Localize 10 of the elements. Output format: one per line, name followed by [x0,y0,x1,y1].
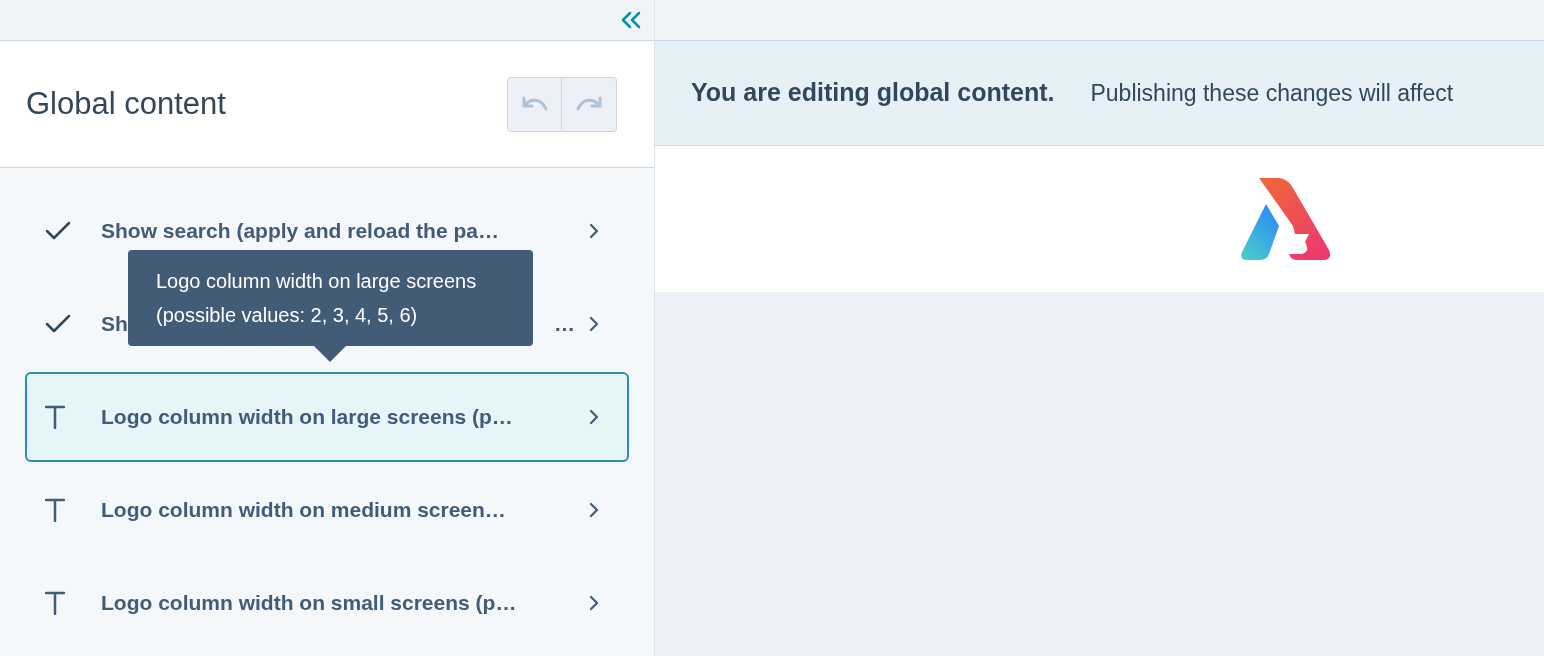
tooltip: Logo column width on large screens (possible values: 2, 3, 4, 5, 6) [128,250,533,346]
item-label-ellipsis: … [554,311,575,338]
panel-title: Global content [26,84,226,123]
item-label: Show search (apply and reload the pa… [101,218,499,245]
item-label: Sh [101,311,128,338]
item-label: Logo column width on medium screen… [101,497,506,524]
banner-message: Publishing these changes will affect [1090,78,1454,108]
item-label: Logo column width on small screens (p… [101,590,517,617]
item-label: Logo column width on large screens (p… [101,404,513,431]
banner-title: You are editing global content. [691,77,1055,109]
